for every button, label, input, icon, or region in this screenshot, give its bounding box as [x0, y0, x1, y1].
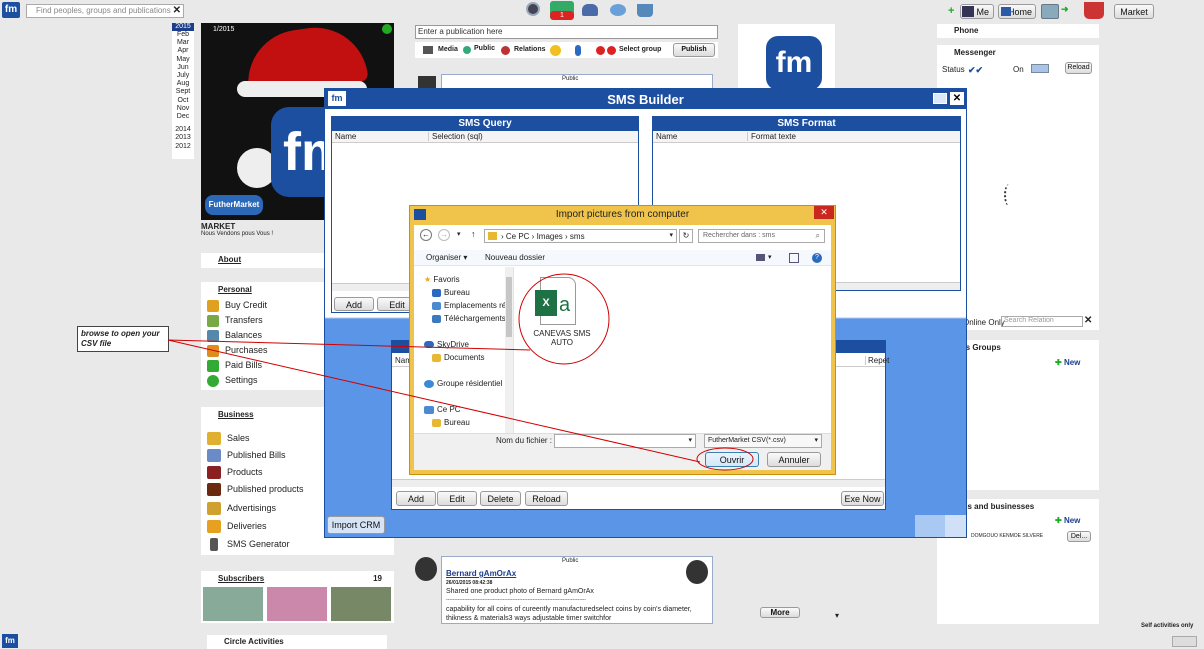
annotation-overlay	[167, 273, 754, 471]
annotation-pointer-line	[167, 339, 531, 351]
annotation-pointer-line	[167, 339, 701, 463]
open-button-highlight	[696, 447, 754, 471]
file-highlight-circle	[518, 273, 610, 365]
